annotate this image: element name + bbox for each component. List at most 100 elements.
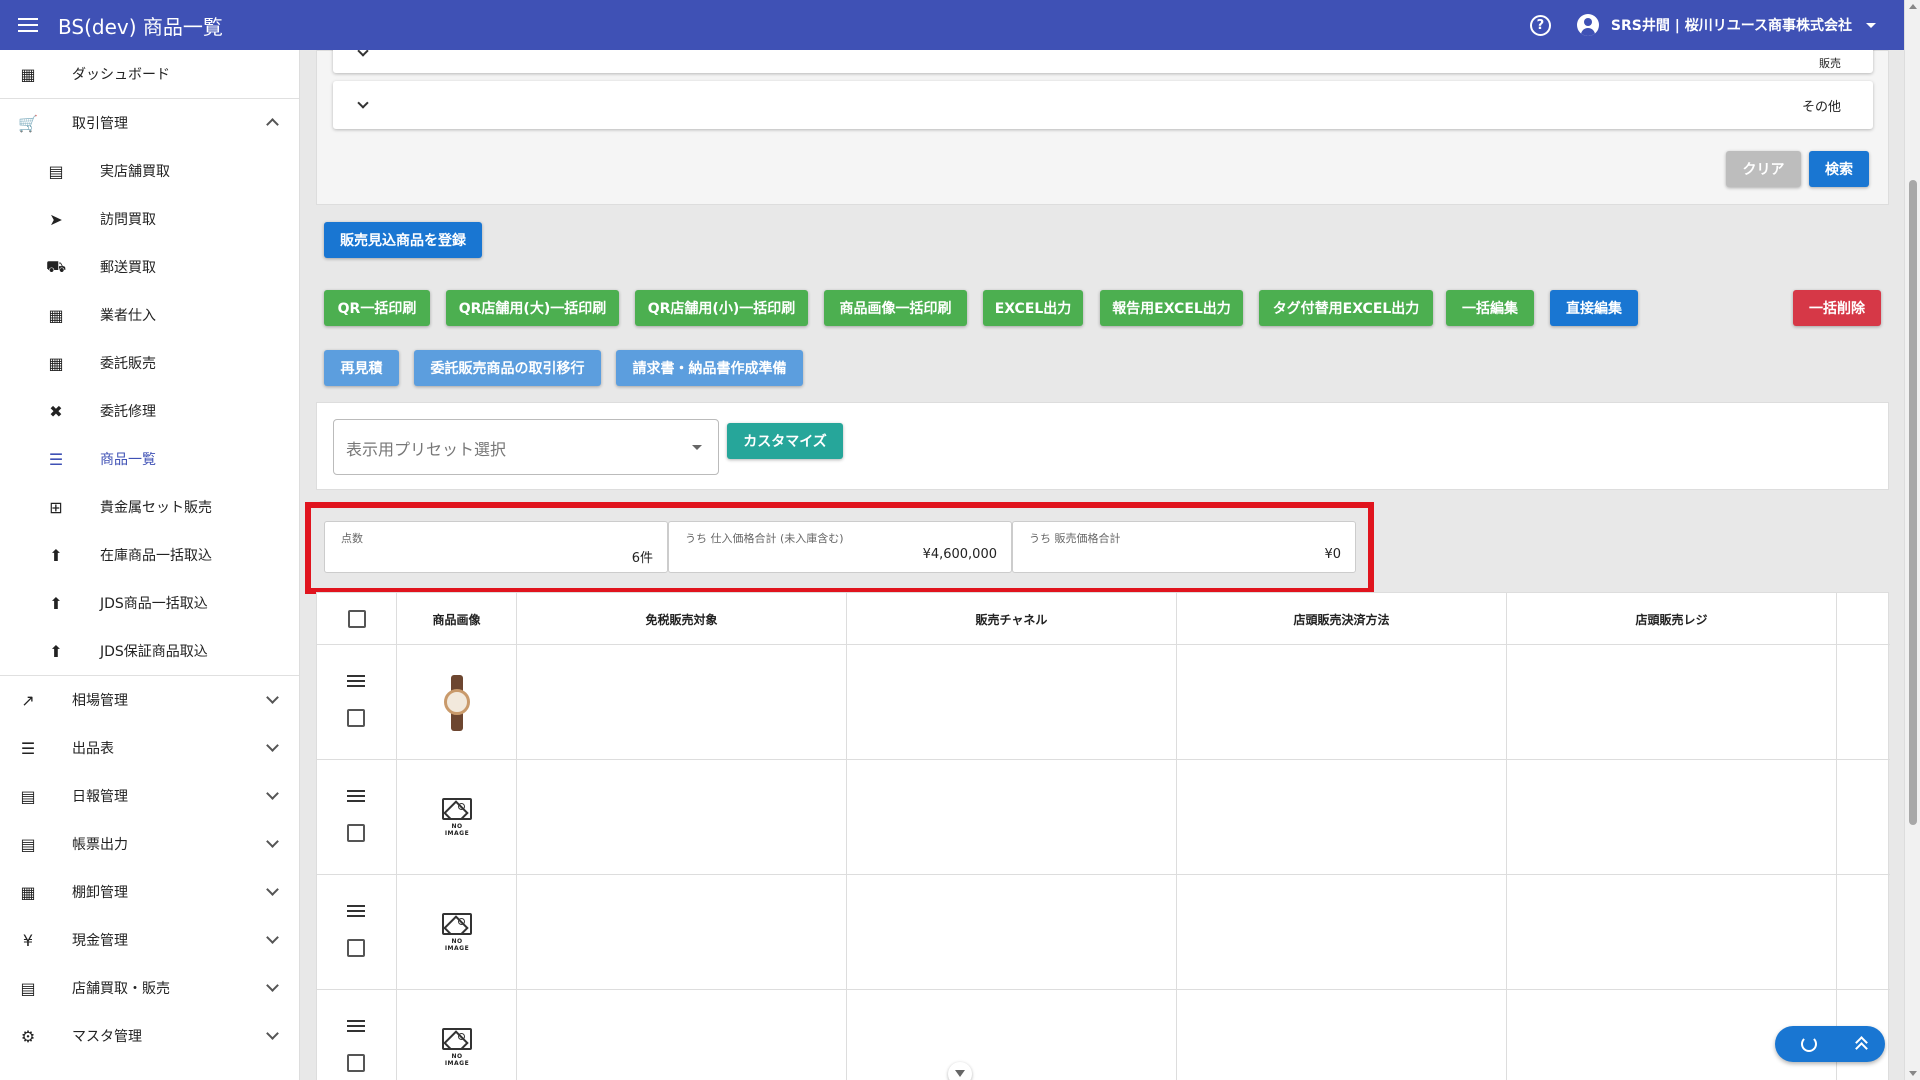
drag-handle-icon[interactable] xyxy=(347,675,365,687)
scroll-down-icon[interactable] xyxy=(948,1062,972,1080)
qr-small-print-button[interactable]: QR店舗用(小)一括印刷 xyxy=(635,290,808,326)
account-icon[interactable] xyxy=(1576,14,1599,36)
table-cell xyxy=(1177,645,1507,760)
listing-icon: ☰ xyxy=(20,738,36,758)
sidebar-group-7[interactable]: ⚙ マスタ管理 xyxy=(0,1012,299,1060)
page-scrollbar[interactable] xyxy=(1904,0,1920,1080)
trending-icon: ↗ xyxy=(21,690,35,710)
scroll-up-arrow-icon[interactable] xyxy=(1909,4,1917,9)
help-icon[interactable]: ? xyxy=(1529,14,1551,36)
excel-export-button[interactable]: EXCEL出力 xyxy=(983,290,1083,326)
consign-move-button[interactable]: 委託販売商品の取引移行 xyxy=(414,350,601,386)
search-panel: 販売 その他 クリア 検索 xyxy=(316,50,1889,205)
sidebar-item-8[interactable]: ⬆ 在庫商品一括取込 xyxy=(0,531,299,579)
accordion-sales[interactable]: 販売 xyxy=(333,50,1873,73)
sidebar-group-6[interactable]: ▤ 店舗買取・販売 xyxy=(0,964,299,1012)
sidebar-group-1[interactable]: ☰ 出品表 xyxy=(0,724,299,772)
row-checkbox[interactable] xyxy=(347,939,365,957)
table-cell xyxy=(847,990,1177,1080)
scroll-top-icon[interactable] xyxy=(1855,1036,1869,1055)
scrollbar-thumb[interactable] xyxy=(1909,180,1917,825)
account-menu-icon[interactable] xyxy=(1866,22,1876,28)
row-checkbox[interactable] xyxy=(347,824,365,842)
table-row[interactable]: NO IMAGE xyxy=(317,875,1890,990)
qr-large-print-button[interactable]: QR店舗用(大)一括印刷 xyxy=(446,290,619,326)
sidebar-group-4[interactable]: ▦ 棚卸管理 xyxy=(0,868,299,916)
customize-button[interactable]: カスタマイズ xyxy=(727,423,843,459)
select-all-checkbox[interactable] xyxy=(347,610,366,628)
table-cell xyxy=(317,645,397,760)
cart-icon: 🛒 xyxy=(18,113,38,133)
accordion-other[interactable]: その他 xyxy=(333,81,1873,129)
invoice-prep-button[interactable]: 請求書・納品書作成準備 xyxy=(616,350,803,386)
qr-bulk-print-button[interactable]: QR一括印刷 xyxy=(324,290,430,326)
bulk-edit-button[interactable]: 一括編集 xyxy=(1446,290,1534,326)
sidebar-group-5[interactable]: ¥ 現金管理 xyxy=(0,916,299,964)
header-payment[interactable]: 店頭販売決済方法 xyxy=(1177,593,1507,645)
tag-excel-button[interactable]: タグ付替用EXCEL出力 xyxy=(1259,290,1433,326)
header-image[interactable]: 商品画像 xyxy=(397,593,517,645)
table-cell xyxy=(1507,875,1837,990)
clear-button[interactable]: クリア xyxy=(1726,151,1801,187)
table-cell xyxy=(517,760,847,875)
sidebar-item-0[interactable]: ▤ 実店舗買取 xyxy=(0,147,299,195)
table-cell xyxy=(317,990,397,1080)
chevron-down-icon xyxy=(357,97,369,109)
bulk-delete-button[interactable]: 一括削除 xyxy=(1793,290,1881,326)
sidebar-item-5[interactable]: ✖ 委託修理 xyxy=(0,387,299,435)
select-all-cell xyxy=(317,593,397,645)
table-cell xyxy=(317,875,397,990)
direct-edit-button[interactable]: 直接編集 xyxy=(1550,290,1638,326)
sidebar-group-trade[interactable]: 🛒 取引管理 xyxy=(0,99,299,147)
sidebar-item-3[interactable]: ▦ 業者仕入 xyxy=(0,291,299,339)
sidebar-item-9[interactable]: ⬆ JDS商品一括取込 xyxy=(0,579,299,627)
sidebar-item-6[interactable]: ☰ 商品一覧 xyxy=(0,435,299,483)
table-row[interactable] xyxy=(317,645,1890,760)
report-excel-button[interactable]: 報告用EXCEL出力 xyxy=(1100,290,1243,326)
drag-handle-icon[interactable] xyxy=(347,790,365,802)
register-button[interactable]: 販売見込商品を登録 xyxy=(324,222,482,258)
re-estimate-button[interactable]: 再見積 xyxy=(324,350,399,386)
sidebar-group-3[interactable]: ▤ 帳票出力 xyxy=(0,820,299,868)
table-row[interactable]: NO IMAGE xyxy=(317,990,1890,1080)
chevron-down-icon xyxy=(266,1027,279,1040)
sidebar-group-0[interactable]: ↗ 相場管理 xyxy=(0,676,299,724)
row-checkbox[interactable] xyxy=(347,709,365,727)
sidebar-item-1[interactable]: ➤ 訪問買取 xyxy=(0,195,299,243)
note-icon: ▤ xyxy=(20,834,36,854)
tools-icon: ✖ xyxy=(49,401,63,421)
chevron-down-icon xyxy=(266,931,279,944)
chevron-down-icon xyxy=(266,835,279,848)
row-checkbox[interactable] xyxy=(347,1054,365,1072)
archive-icon: ▦ xyxy=(20,882,36,902)
chevron-down-icon xyxy=(266,739,279,752)
preset-select[interactable]: 表示用プリセット選択 xyxy=(333,419,719,475)
app-bar: BS(dev) 商品一覧 ? SRS井間 | 桜川リユース商事株式会社 xyxy=(0,0,1904,50)
search-button[interactable]: 検索 xyxy=(1809,151,1869,187)
image-print-button[interactable]: 商品画像一括印刷 xyxy=(824,290,967,326)
sidebar-item-4[interactable]: ▦ 委託販売 xyxy=(0,339,299,387)
sidebar-item-2[interactable]: ⛟ 郵送買取 xyxy=(0,243,299,291)
drag-handle-icon[interactable] xyxy=(347,905,365,917)
header-channel[interactable]: 販売チャネル xyxy=(847,593,1177,645)
sidebar: ▦ ダッシュボード 🛒 取引管理 ▤ 実店舗買取 ➤ 訪問買取 ⛟ 郵送買取 ▦ 業者仕入 ▦ 委… xyxy=(0,50,300,1080)
chevron-up-icon xyxy=(266,118,279,131)
scroll-down-arrow-icon[interactable] xyxy=(1909,1071,1917,1076)
walk-icon: ➤ xyxy=(49,209,63,229)
drag-handle-icon[interactable] xyxy=(347,1020,365,1032)
table-row[interactable]: NO IMAGE xyxy=(317,760,1890,875)
sidebar-item-10[interactable]: ⬆ JDS保証商品取込 xyxy=(0,627,299,675)
user-name[interactable]: SRS井間 | 桜川リユース商事株式会社 xyxy=(1611,15,1852,35)
header-register[interactable]: 店頭販売レジ xyxy=(1507,593,1837,645)
sidebar-group-2[interactable]: ▤ 日報管理 xyxy=(0,772,299,820)
table-cell xyxy=(397,645,517,760)
table-header: 商品画像 免税販売対象 販売チャネル 店頭販売決済方法 店頭販売レジ xyxy=(317,593,1890,645)
building-icon: ▦ xyxy=(48,305,64,325)
product-image-watch[interactable] xyxy=(442,675,472,731)
header-tax-free[interactable]: 免税販売対象 xyxy=(517,593,847,645)
refresh-icon[interactable] xyxy=(1801,1036,1817,1052)
sidebar-item-7[interactable]: ⊞ 貴金属セット販売 xyxy=(0,483,299,531)
sidebar-item-dashboard[interactable]: ▦ ダッシュボード xyxy=(0,50,299,98)
chevron-down-icon xyxy=(357,50,369,57)
menu-icon[interactable] xyxy=(0,0,56,50)
